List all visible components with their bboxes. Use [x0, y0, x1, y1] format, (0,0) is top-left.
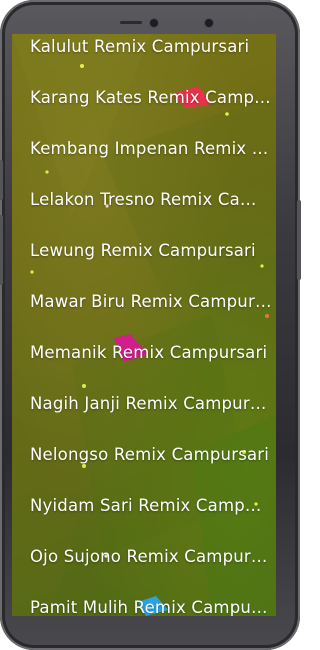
list-item-label: Mawar Biru Remix Campursari — [30, 292, 272, 311]
sensor-icon — [205, 19, 213, 27]
list-item[interactable]: Ojo Sujono Remix Campursari — [12, 531, 276, 582]
list-item[interactable]: Lelakon Tresno Remix Campursari — [12, 174, 276, 225]
list-item[interactable]: Nelongso Remix Campursari — [12, 429, 276, 480]
list-item[interactable]: Pamit Mulih Remix Campursari — [12, 582, 276, 616]
list-item[interactable]: Nagih Janji Remix Campursari — [12, 378, 276, 429]
list-item[interactable]: Kembang Impenan Remix Campursari — [12, 123, 276, 174]
list-item-label: Nyidam Sari Remix Campursari — [30, 496, 272, 515]
list-item[interactable]: Lewung Remix Campursari — [12, 225, 276, 276]
volume-down-button — [0, 215, 3, 285]
list-item-label: Ojo Sujono Remix Campursari — [30, 547, 272, 566]
list-item-label: Kembang Impenan Remix Campursari — [30, 139, 272, 158]
list-item-label: Lelakon Tresno Remix Campursari — [30, 190, 272, 209]
list-item-label: Kalulut Remix Campursari — [30, 37, 250, 56]
song-list: Kalulut Remix Campursari Karang Kates Re… — [12, 34, 276, 616]
list-item[interactable]: Karang Kates Remix Campursari — [12, 72, 276, 123]
list-item[interactable]: Nyidam Sari Remix Campursari — [12, 480, 276, 531]
volume-up-button — [0, 160, 3, 200]
list-item-label: Memanik Remix Campursari — [30, 343, 268, 362]
list-item[interactable]: Memanik Remix Campursari — [12, 327, 276, 378]
front-camera-icon — [150, 19, 158, 27]
list-item[interactable]: Mawar Biru Remix Campursari — [12, 276, 276, 327]
list-item-label: Nagih Janji Remix Campursari — [30, 394, 272, 413]
list-item-label: Karang Kates Remix Campursari — [30, 88, 272, 107]
earpiece-speaker — [120, 21, 142, 24]
power-button — [297, 200, 301, 280]
list-item[interactable]: Kalulut Remix Campursari — [12, 34, 276, 72]
phone-frame: Kalulut Remix Campursari Karang Kates Re… — [0, 0, 301, 650]
list-item-label: Nelongso Remix Campursari — [30, 445, 270, 464]
list-item-label: Lewung Remix Campursari — [30, 241, 256, 260]
app-screen: Kalulut Remix Campursari Karang Kates Re… — [12, 34, 276, 616]
list-item-label: Pamit Mulih Remix Campursari — [30, 598, 272, 616]
